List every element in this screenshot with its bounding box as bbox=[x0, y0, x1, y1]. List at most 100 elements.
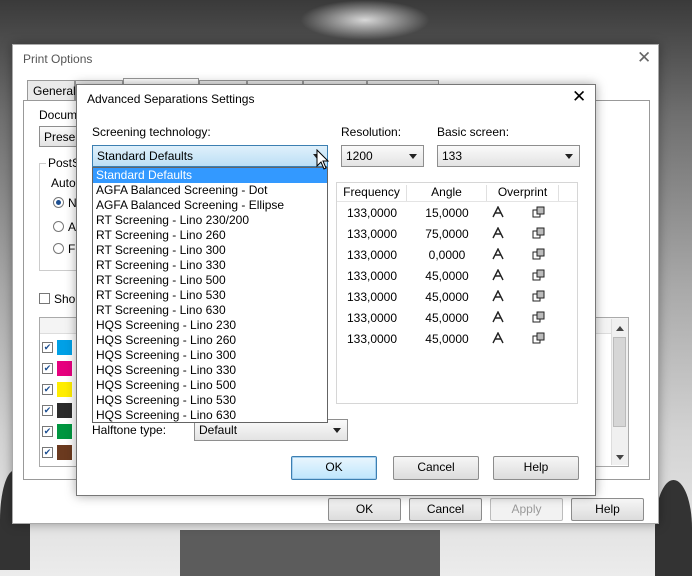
screening-technology-combo[interactable]: Standard Defaults bbox=[92, 145, 328, 167]
scroll-up-icon[interactable] bbox=[616, 326, 624, 331]
table-header-divider bbox=[337, 201, 577, 202]
background-house bbox=[180, 530, 440, 576]
table-row-angle[interactable]: 15,0000 bbox=[407, 206, 487, 220]
dropdown-option[interactable]: HQS Screening - Lino 630 bbox=[93, 408, 327, 422]
table-row-angle[interactable]: 45,0000 bbox=[407, 290, 487, 304]
radio-option-2-label: A bbox=[68, 220, 77, 234]
color-swatch bbox=[57, 340, 72, 355]
dropdown-option[interactable]: HQS Screening - Lino 230 bbox=[93, 318, 327, 333]
color-swatch bbox=[57, 424, 72, 439]
print-cancel-button[interactable]: Cancel bbox=[409, 498, 482, 521]
radio-option-1[interactable] bbox=[53, 197, 64, 208]
dropdown-option[interactable]: Standard Defaults bbox=[93, 168, 327, 183]
scroll-thumb[interactable] bbox=[613, 337, 626, 427]
radio-option-2[interactable] bbox=[53, 221, 64, 232]
close-icon[interactable]: ✕ bbox=[637, 49, 651, 66]
color-row-checkbox[interactable]: ✔ bbox=[42, 384, 53, 395]
table-row-frequency[interactable]: 133,0000 bbox=[341, 248, 403, 262]
screening-technology-value: Standard Defaults bbox=[97, 149, 194, 163]
dialog-help-button[interactable]: Help bbox=[493, 456, 579, 480]
print-options-title: Print Options bbox=[23, 52, 93, 66]
tab-general[interactable]: General bbox=[27, 80, 76, 100]
text-overprint-icon[interactable] bbox=[492, 332, 504, 344]
dialog-close-icon[interactable]: ✕ bbox=[572, 88, 586, 105]
chevron-down-icon bbox=[409, 154, 417, 159]
background-sky bbox=[300, 0, 430, 40]
print-apply-button[interactable]: Apply bbox=[490, 498, 563, 521]
text-overprint-icon[interactable] bbox=[492, 248, 504, 260]
dropdown-option[interactable]: AGFA Balanced Screening - Ellipse bbox=[93, 198, 327, 213]
dialog-title: Advanced Separations Settings bbox=[87, 92, 255, 106]
basic-screen-label: Basic screen: bbox=[437, 125, 510, 139]
print-help-button[interactable]: Help bbox=[571, 498, 644, 521]
print-ok-button[interactable]: OK bbox=[328, 498, 401, 521]
color-row-checkbox[interactable]: ✔ bbox=[42, 405, 53, 416]
graphic-overprint-icon[interactable] bbox=[532, 311, 545, 323]
table-row-angle[interactable]: 45,0000 bbox=[407, 311, 487, 325]
resolution-label: Resolution: bbox=[341, 125, 402, 139]
text-overprint-icon[interactable] bbox=[492, 311, 504, 323]
color-row-checkbox[interactable]: ✔ bbox=[42, 342, 53, 353]
resolution-combo[interactable]: 1200 bbox=[341, 145, 424, 167]
table-row-angle[interactable]: 75,0000 bbox=[407, 227, 487, 241]
graphic-overprint-icon[interactable] bbox=[532, 248, 545, 260]
graphic-overprint-icon[interactable] bbox=[532, 227, 545, 239]
color-row-checkbox[interactable]: ✔ bbox=[42, 363, 53, 374]
graphic-overprint-icon[interactable] bbox=[532, 290, 545, 302]
halftone-type-value: Default bbox=[199, 423, 238, 437]
dropdown-option[interactable]: HQS Screening - Lino 500 bbox=[93, 378, 327, 393]
dialog-ok-button[interactable]: OK bbox=[291, 456, 377, 480]
dropdown-option[interactable]: AGFA Balanced Screening - Dot bbox=[93, 183, 327, 198]
table-row-frequency[interactable]: 133,0000 bbox=[341, 227, 403, 241]
table-header-angle[interactable]: Angle bbox=[407, 185, 487, 201]
color-swatch bbox=[57, 361, 72, 376]
dropdown-option[interactable]: RT Screening - Lino 230/200 bbox=[93, 213, 327, 228]
dropdown-option[interactable]: RT Screening - Lino 630 bbox=[93, 303, 327, 318]
dropdown-option[interactable]: RT Screening - Lino 330 bbox=[93, 258, 327, 273]
chevron-down-icon bbox=[333, 428, 341, 433]
text-overprint-icon[interactable] bbox=[492, 227, 504, 239]
dialog-cancel-button[interactable]: Cancel bbox=[393, 456, 479, 480]
dropdown-option[interactable]: HQS Screening - Lino 530 bbox=[93, 393, 327, 408]
color-row-checkbox[interactable]: ✔ bbox=[42, 426, 53, 437]
text-overprint-icon[interactable] bbox=[492, 269, 504, 281]
color-swatch bbox=[57, 403, 72, 418]
halftone-type-label: Halftone type: bbox=[92, 423, 167, 437]
text-overprint-icon[interactable] bbox=[492, 206, 504, 218]
table-row-frequency[interactable]: 133,0000 bbox=[341, 206, 403, 220]
table-row-angle[interactable]: 45,0000 bbox=[407, 269, 487, 283]
table-header-overprint[interactable]: Overprint bbox=[487, 185, 559, 201]
table-row-frequency[interactable]: 133,0000 bbox=[341, 269, 403, 283]
background-tree bbox=[655, 480, 692, 576]
chevron-down-icon bbox=[565, 154, 573, 159]
resolution-value: 1200 bbox=[346, 149, 373, 163]
basic-screen-combo[interactable]: 133 bbox=[437, 145, 580, 167]
table-row-angle[interactable]: 0,0000 bbox=[407, 248, 487, 262]
graphic-overprint-icon[interactable] bbox=[532, 206, 545, 218]
dropdown-option[interactable]: HQS Screening - Lino 300 bbox=[93, 348, 327, 363]
table-header-frequency[interactable]: Frequency bbox=[337, 185, 407, 201]
dropdown-option[interactable]: HQS Screening - Lino 260 bbox=[93, 333, 327, 348]
dropdown-option[interactable]: RT Screening - Lino 500 bbox=[93, 273, 327, 288]
color-row-checkbox[interactable]: ✔ bbox=[42, 447, 53, 458]
graphic-overprint-icon[interactable] bbox=[532, 269, 545, 281]
dropdown-option[interactable]: RT Screening - Lino 530 bbox=[93, 288, 327, 303]
dropdown-option[interactable]: RT Screening - Lino 260 bbox=[93, 228, 327, 243]
basic-screen-value: 133 bbox=[442, 149, 463, 163]
mouse-cursor-icon bbox=[316, 149, 330, 170]
dropdown-option[interactable]: HQS Screening - Lino 330 bbox=[93, 363, 327, 378]
dropdown-option[interactable]: RT Screening - Lino 300 bbox=[93, 243, 327, 258]
color-swatch bbox=[57, 382, 72, 397]
color-swatch bbox=[57, 445, 72, 460]
table-row-angle[interactable]: 45,0000 bbox=[407, 332, 487, 346]
show-checkbox[interactable] bbox=[39, 293, 50, 304]
radio-option-3[interactable] bbox=[53, 243, 64, 254]
table-row-frequency[interactable]: 133,0000 bbox=[341, 311, 403, 325]
auto-label: Auto bbox=[51, 176, 76, 190]
scroll-down-icon[interactable] bbox=[616, 455, 624, 460]
table-row-frequency[interactable]: 133,0000 bbox=[341, 290, 403, 304]
screening-technology-dropdown: Standard Defaults AGFA Balanced Screenin… bbox=[92, 167, 328, 423]
text-overprint-icon[interactable] bbox=[492, 290, 504, 302]
graphic-overprint-icon[interactable] bbox=[532, 332, 545, 344]
table-row-frequency[interactable]: 133,0000 bbox=[341, 332, 403, 346]
